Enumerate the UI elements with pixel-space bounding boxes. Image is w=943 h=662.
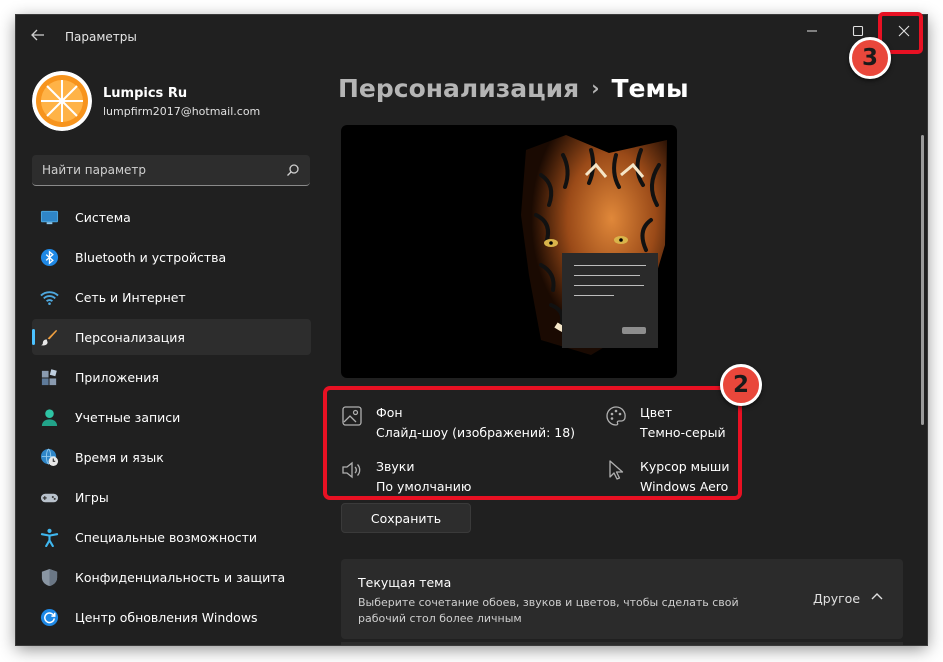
breadcrumb-current: Темы — [611, 74, 689, 103]
search-placeholder: Найти параметр — [42, 163, 146, 177]
current-theme-card[interactable]: Текущая тема Выберите сочетание обоев, з… — [341, 559, 903, 639]
sidebar-item-privacy[interactable]: Конфиденциальность и защита — [32, 559, 311, 595]
user-email: lumpfirm2017@hotmail.com — [103, 105, 261, 118]
sidebar-item-label: Приложения — [75, 370, 159, 385]
sidebar-item-bluetooth[interactable]: Bluetooth и устройства — [32, 239, 311, 275]
sidebar-item-windows-update[interactable]: Центр обновления Windows — [32, 599, 311, 635]
globe-clock-icon — [40, 448, 59, 467]
breadcrumb-parent[interactable]: Персонализация — [338, 74, 579, 103]
sidebar-item-time-language[interactable]: Время и язык — [32, 439, 311, 475]
current-theme-description: Выберите сочетание обоев, звуков и цвето… — [358, 596, 739, 625]
current-theme-title: Текущая тема — [358, 575, 452, 590]
current-theme-value: Другое — [813, 591, 861, 606]
wifi-icon — [40, 291, 59, 306]
update-icon — [40, 608, 59, 627]
title-bar: Параметры — [16, 15, 927, 61]
sidebar-item-label: Игры — [75, 490, 109, 505]
sidebar-item-label: Bluetooth и устройства — [75, 250, 227, 265]
sidebar-item-personalization[interactable]: Персонализация — [32, 319, 311, 355]
sidebar-item-label: Система — [75, 210, 131, 225]
brush-icon — [40, 329, 58, 346]
avatar — [32, 71, 92, 131]
person-icon — [41, 409, 58, 427]
sidebar-item-system[interactable]: Система — [32, 199, 311, 235]
sidebar-item-apps[interactable]: Приложения — [32, 359, 311, 395]
search-input[interactable]: Найти параметр — [32, 155, 310, 186]
sidebar-item-games[interactable]: Игры — [32, 479, 311, 515]
sidebar-item-label: Центр обновления Windows — [75, 610, 258, 625]
sidebar-item-label: Время и язык — [75, 450, 164, 465]
sidebar-item-label: Сеть и Интернет — [75, 290, 186, 305]
monitor-icon — [40, 210, 59, 225]
scrollbar[interactable] — [921, 135, 924, 425]
sidebar-item-accounts[interactable]: Учетные записи — [32, 399, 311, 435]
sidebar-item-network[interactable]: Сеть и Интернет — [32, 279, 311, 315]
apps-icon — [41, 369, 57, 386]
next-card-edge — [341, 642, 903, 645]
sidebar-item-label: Учетные записи — [75, 410, 181, 425]
app-title: Параметры — [65, 30, 137, 44]
step-badge-3: 3 — [849, 37, 891, 79]
sidebar-item-label: Специальные возможности — [75, 530, 258, 545]
breadcrumb-separator: › — [591, 76, 600, 100]
search-icon — [287, 164, 299, 176]
theme-preview — [341, 125, 677, 378]
sidebar-item-label: Конфиденциальность и защита — [75, 570, 286, 585]
gamepad-icon — [40, 493, 59, 503]
shield-icon — [41, 568, 58, 587]
save-button[interactable]: Сохранить — [341, 503, 471, 533]
sidebar-nav: Система Bluetooth и устройства Сеть и Ин… — [32, 199, 311, 639]
preview-window-sample — [562, 253, 658, 348]
sidebar-item-label: Персонализация — [75, 330, 185, 345]
step-badge-2: 2 — [720, 364, 762, 406]
bluetooth-icon — [40, 248, 59, 267]
back-arrow-icon[interactable] — [30, 27, 48, 47]
settings-window: Параметры Lumpics Ru lumpfirm2017@hotmai… — [16, 15, 927, 645]
chevron-up-icon[interactable] — [871, 592, 883, 602]
annotation-highlight-properties — [323, 386, 742, 500]
user-name: Lumpics Ru — [103, 86, 188, 101]
minimize-button[interactable] — [789, 15, 835, 47]
sidebar-item-accessibility[interactable]: Специальные возможности — [32, 519, 311, 555]
page-title: Персонализация › Темы — [338, 74, 689, 103]
accessibility-icon — [40, 528, 59, 547]
